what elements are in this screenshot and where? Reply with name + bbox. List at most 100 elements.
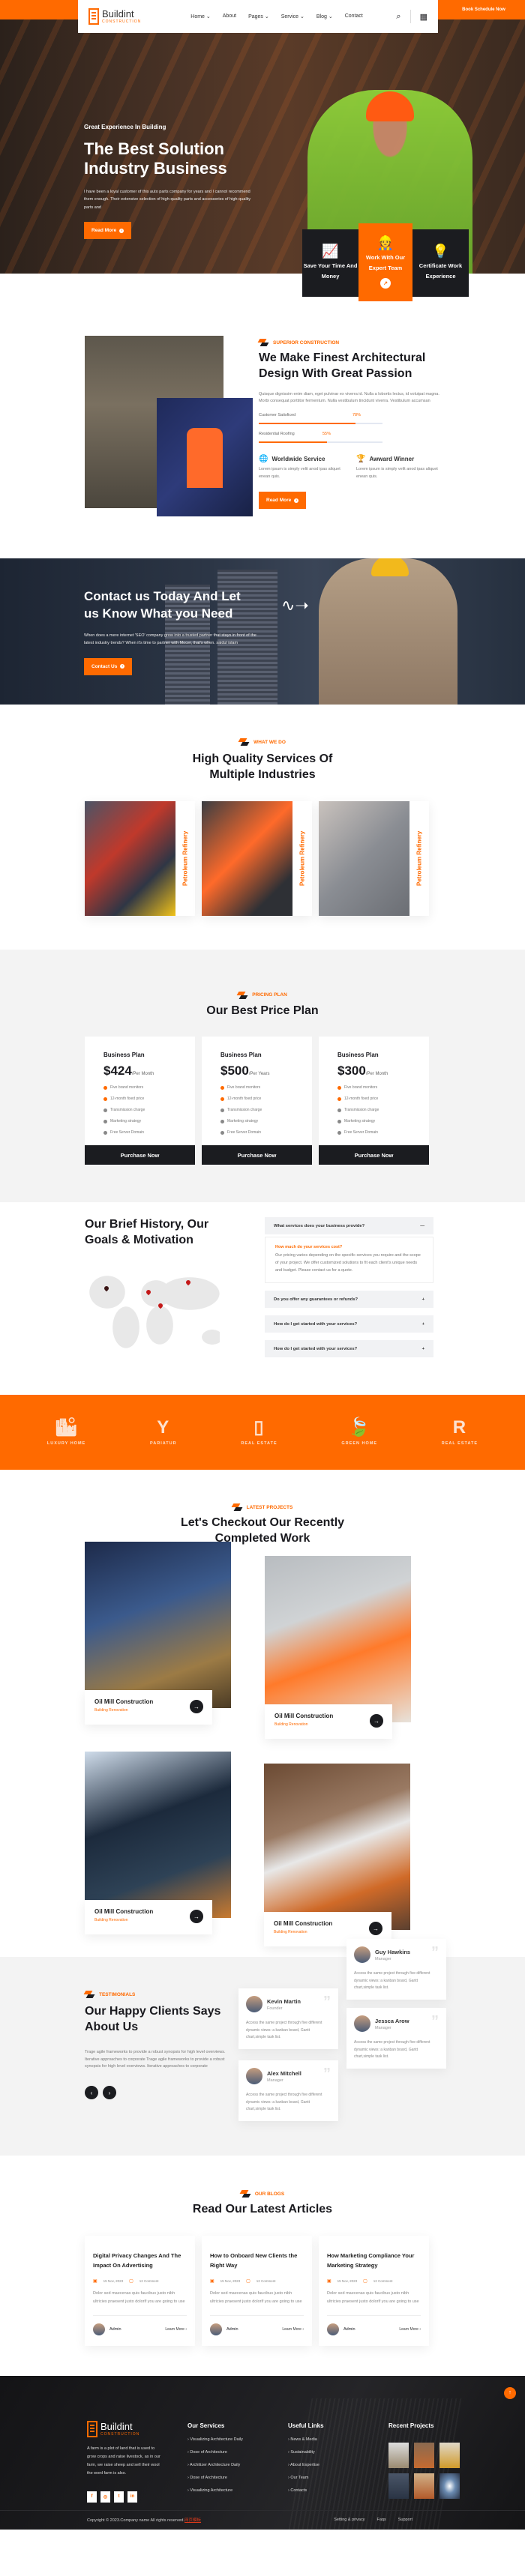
blog-comments[interactable]: 12 Comment (374, 2279, 393, 2283)
purchase-now-button[interactable]: Purchase Now (319, 1145, 429, 1165)
feature-label: Transmission charge (110, 1108, 146, 1113)
footer-service-link[interactable]: › Dose of Architecture (188, 2450, 243, 2455)
footer-useful-link[interactable]: › Sustainability (288, 2450, 324, 2455)
learn-more-link[interactable]: Learn More › (399, 2327, 421, 2332)
blog-title[interactable]: How Marketing Compliance Your Marketing … (327, 2251, 421, 2271)
brand-luxury-home[interactable]: 🏙 LUXURY HOME (47, 1419, 86, 1447)
map-pin-icon[interactable] (103, 1285, 110, 1292)
faq-question[interactable]: What services does your business provide… (265, 1217, 434, 1235)
setting-privacy-link[interactable]: Setting & privacy (334, 2518, 364, 2522)
menu-item-service[interactable]: Service ⌄ (281, 13, 304, 19)
copyright-link[interactable]: 网页模板 (184, 2518, 201, 2523)
menu-item-about[interactable]: About (223, 13, 236, 19)
facebook-icon[interactable]: f (87, 2491, 97, 2503)
service-card[interactable]: Petroleum Refinery (85, 800, 195, 916)
minus-icon[interactable]: — (420, 1224, 424, 1228)
brand-pariatur[interactable]: Y PARIATUR (150, 1419, 177, 1447)
faq-question[interactable]: How do I get started with your services?… (265, 1340, 434, 1358)
arrow-right-icon[interactable]: → (190, 1910, 203, 1924)
project-card[interactable]: Oil Mill Construction Building Renovation… (85, 1752, 231, 1935)
project-thumbnail[interactable] (388, 2442, 409, 2468)
menu-item-contact[interactable]: Contact (345, 13, 363, 19)
footer-service-link[interactable]: › Visualizing Architecture Daily (188, 2437, 243, 2442)
service-card[interactable]: Petroleum Refinery (319, 800, 429, 916)
purchase-now-button[interactable]: Purchase Now (202, 1145, 312, 1165)
footer-useful-link[interactable]: › News & Media (288, 2437, 324, 2442)
plus-icon[interactable]: + (422, 1347, 424, 1351)
footer-service-link[interactable]: › Visualizing Architecture (188, 2488, 243, 2493)
plan-feature: 12-month fixed price (220, 1097, 293, 1101)
book-schedule-button[interactable]: Book Schedule Now (442, 0, 525, 19)
learn-more-link[interactable]: Learn More › (165, 2327, 187, 2332)
blog-card[interactable]: How to Onboard New Clients the Right Way… (202, 2235, 312, 2346)
faq-question[interactable]: Do you offer any guarantees or refunds? + (265, 1291, 434, 1309)
faqs-link[interactable]: Faqs (377, 2518, 386, 2522)
arrow-icon[interactable]: ↗ (380, 278, 391, 289)
service-card[interactable]: Petroleum Refinery (202, 800, 312, 916)
brand-real-estate[interactable]: ▯ REAL ESTATE (241, 1419, 277, 1447)
footer-service-link[interactable]: › Dose of Architecture (188, 2476, 243, 2480)
purchase-now-button[interactable]: Purchase Now (85, 1145, 195, 1165)
logo[interactable]: Buildint CONSTRUCTION (88, 8, 141, 25)
blog-card[interactable]: Digital Privacy Changes And The Impact O… (85, 2235, 195, 2346)
blog-comments[interactable]: 12 Comment (140, 2279, 159, 2283)
pricing-title: Our Best Price Plan (206, 1004, 319, 1017)
plan-feature: Five brand monitors (338, 1085, 410, 1090)
grid-menu-icon[interactable]: ▦ (420, 12, 428, 22)
map-pin-icon[interactable] (157, 1302, 164, 1309)
project-card[interactable]: Oil Mill Construction Building Renovation… (85, 1542, 231, 1725)
hero-read-more-button[interactable]: Read More › (84, 222, 132, 240)
menu-item-pages[interactable]: Pages ⌄ (248, 13, 269, 19)
project-thumbnail[interactable] (414, 2442, 434, 2468)
blog-excerpt: Dolor sed maecenas quis faucibus justo n… (210, 2290, 304, 2316)
feature-label: Five brand monitors (227, 1085, 261, 1091)
blog-title[interactable]: How to Onboard New Clients the Right Way (210, 2251, 304, 2271)
next-arrow-icon[interactable]: › (103, 2086, 116, 2100)
prev-arrow-icon[interactable]: ‹ (85, 2086, 98, 2100)
plus-icon[interactable]: + (422, 1322, 424, 1327)
about-read-more-button[interactable]: Read More › (259, 492, 307, 510)
brand-green-home[interactable]: 🍃 GREEN HOME (341, 1419, 377, 1447)
menu-item-home[interactable]: Home ⌄ (190, 13, 210, 19)
blog-title[interactable]: Digital Privacy Changes And The Impact O… (93, 2251, 187, 2271)
map-pin-icon[interactable] (145, 1288, 152, 1296)
footer-logo[interactable]: Buildint CONSTRUCTION (87, 2420, 162, 2437)
linkedin-icon[interactable]: in (128, 2491, 137, 2503)
twitter-icon[interactable]: t (114, 2491, 124, 2503)
menu-item-blog[interactable]: Blog ⌄ (316, 13, 333, 19)
brand-real-estate-r[interactable]: R REAL ESTATE (442, 1419, 478, 1447)
footer-useful-link[interactable]: › Contacts (288, 2488, 324, 2493)
kicker-label: SUPERIOR CONSTRUCTION (273, 340, 340, 346)
feature-certificate[interactable]: 💡 Certificate Work Experience (412, 229, 469, 297)
blog-comments[interactable]: 12 Comment (256, 2279, 276, 2283)
comment-icon: ▢ (246, 2278, 250, 2284)
learn-more-link[interactable]: Learn More › (282, 2327, 304, 2332)
project-card[interactable]: Oil Mill Construction Building Renovation… (265, 1556, 411, 1740)
blog-card[interactable]: How Marketing Compliance Your Marketing … (319, 2235, 429, 2346)
question-text: How do I get started with your services? (274, 1321, 358, 1327)
project-card[interactable]: Oil Mill Construction Building Renovation… (264, 1764, 410, 1947)
support-link[interactable]: Support (398, 2518, 412, 2522)
footer-useful-link[interactable]: › Our Team (288, 2476, 324, 2480)
pricing-section: PRICING PLAN Our Best Price Plan Busines… (0, 949, 525, 1203)
project-thumbnail[interactable] (414, 2473, 434, 2499)
feature-save-time[interactable]: 📈 Save Your Time And Money (302, 229, 358, 297)
project-thumbnail[interactable] (440, 2442, 460, 2468)
instagram-icon[interactable]: ◎ (100, 2491, 110, 2503)
project-thumbnail[interactable] (440, 2473, 460, 2499)
plus-icon[interactable]: + (422, 1297, 424, 1302)
contact-us-button[interactable]: Contact Us › (84, 657, 133, 675)
footer-useful-link[interactable]: › About Expertise (288, 2463, 324, 2467)
feature-expert-team[interactable]: 👷 Work With Our Expert Team ↗ (358, 223, 412, 301)
arrow-right-icon[interactable]: → (370, 1714, 383, 1728)
progress-roofing: Residential Roofing 55% (259, 432, 382, 444)
arrow-right-icon[interactable]: → (190, 1700, 203, 1714)
footer-service-link[interactable]: › Architizer Architecture Daily (188, 2463, 243, 2467)
arrow-right-icon[interactable]: → (369, 1922, 382, 1936)
scroll-top-button[interactable]: ↑ (504, 2386, 516, 2399)
faq-question[interactable]: How do I get started with your services?… (265, 1315, 434, 1333)
map-pin-icon[interactable] (184, 1279, 192, 1286)
search-icon[interactable]: ⌕ (396, 12, 400, 22)
project-thumbnail[interactable] (388, 2473, 409, 2499)
check-icon (104, 1085, 107, 1090)
